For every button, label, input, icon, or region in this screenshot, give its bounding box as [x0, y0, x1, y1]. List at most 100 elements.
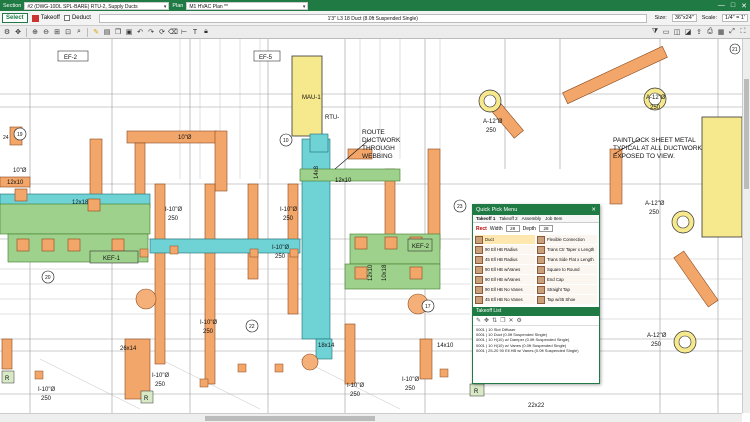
- fitting-item[interactable]: 90 Ell HB w/Vanes: [475, 275, 535, 284]
- takeoff-mode-button[interactable]: Takeoff: [31, 14, 60, 22]
- duct-size-label: 18x14: [318, 343, 335, 349]
- equip-label-kef-2: KEF-2: [412, 244, 430, 250]
- scroll-thumb[interactable]: [744, 79, 749, 189]
- zoom-in-icon[interactable]: ⊕: [30, 27, 40, 37]
- shape-row: Rect Width 28 Depth 28: [473, 223, 599, 234]
- edit-icon[interactable]: ✎: [476, 317, 481, 324]
- fitting-item[interactable]: 90 Ell HB Radius: [475, 245, 535, 254]
- horizontal-scrollbar[interactable]: [0, 413, 742, 422]
- highlight-icon[interactable]: ✎: [91, 27, 101, 37]
- erase-icon[interactable]: ⌫: [168, 27, 178, 37]
- settings-gear-icon[interactable]: ⚙: [2, 27, 12, 37]
- print-icon[interactable]: ⎙: [705, 27, 715, 37]
- depth-input[interactable]: 28: [538, 225, 553, 232]
- vertical-scrollbar[interactable]: [742, 39, 750, 413]
- tab-takeoff-1[interactable]: Takeoff 1: [476, 216, 495, 221]
- fitting-item[interactable]: Trans Ctr Taper x Length: [537, 245, 597, 254]
- pan-icon[interactable]: ✥: [13, 27, 23, 37]
- fitting-item[interactable]: 90 Ell HB w/Vanes: [475, 265, 535, 274]
- fitting-item[interactable]: 90 Ell HB No Vanes: [475, 285, 535, 294]
- rotate-icon[interactable]: ⟳: [157, 27, 167, 37]
- diffuser-tag: I-10"Ø: [280, 207, 297, 213]
- lock-icon[interactable]: 🔒︎: [201, 27, 211, 37]
- chevron-down-icon: ▾: [302, 3, 306, 10]
- copy-icon[interactable]: ❐: [113, 27, 123, 37]
- callout-number: 23: [457, 204, 463, 210]
- close-button[interactable]: ✕: [741, 2, 747, 10]
- paste-icon[interactable]: ▣: [124, 27, 134, 37]
- quick-pick-menu[interactable]: Quick Pick Menu ✕ Takeoff 1 Takeoff 2 As…: [472, 204, 600, 384]
- fitting-item[interactable]: Duct: [475, 235, 535, 244]
- scroll-thumb[interactable]: [205, 416, 375, 421]
- zoom-extents-icon[interactable]: ⊡: [63, 27, 73, 37]
- note-route-line: WEBBING: [362, 153, 393, 160]
- grid-icon[interactable]: ▦: [716, 27, 726, 37]
- section-select[interactable]: #2 (DWG-10DL SPL-BARE) RTU-2, Supply Duc…: [24, 1, 170, 10]
- delete-icon[interactable]: ✕: [508, 317, 513, 324]
- takeoff-list-header: Takeoff List: [473, 307, 599, 316]
- text-icon[interactable]: T: [190, 27, 200, 37]
- settings-icon[interactable]: ⚙: [517, 317, 522, 324]
- zoom-window-icon[interactable]: ⊞: [52, 27, 62, 37]
- diffuser-cfm: 250: [486, 128, 497, 134]
- tab-assembly[interactable]: Assembly: [522, 216, 542, 221]
- rtu-unit-box[interactable]: [701, 116, 742, 238]
- undo-icon[interactable]: ↶: [135, 27, 145, 37]
- search-icon[interactable]: ⌕: [74, 27, 84, 37]
- diffuser-cfm: 250: [155, 382, 166, 388]
- diffuser-circles[interactable]: [135, 288, 429, 371]
- fit-icon[interactable]: ⤢: [727, 27, 737, 37]
- fitting-item[interactable]: Flexible Connection: [537, 235, 597, 244]
- tab-takeoff-2[interactable]: Takeoff 2: [499, 216, 517, 221]
- redo-icon[interactable]: ↷: [146, 27, 156, 37]
- select-mode-button[interactable]: Select: [2, 13, 28, 23]
- quick-pick-tabs: Takeoff 1 Takeoff 2 Assembly Job Item: [473, 215, 599, 223]
- fitting-item[interactable]: Tap w/45 Shoe: [537, 295, 597, 304]
- equip-label-rtu: RTU-: [325, 115, 339, 121]
- close-icon[interactable]: ✕: [591, 205, 596, 215]
- duct-size-label: 12x10: [335, 178, 352, 184]
- equip-label-kef-1: KEF-1: [103, 256, 121, 262]
- overlay-icon[interactable]: ◫: [672, 27, 682, 37]
- quick-pick-header[interactable]: Quick Pick Menu ✕: [473, 205, 599, 215]
- shape-select[interactable]: Rect: [476, 226, 487, 232]
- compare-icon[interactable]: ◪: [683, 27, 693, 37]
- minimize-button[interactable]: —: [718, 2, 725, 10]
- scale-label: Scale:: [701, 15, 718, 21]
- drawing-canvas[interactable]: EF-2 EF-5 MAU-1 RTU- KEF-1 KEF-2 21 24 1…: [0, 39, 742, 413]
- fitting-item[interactable]: 45 Ell HB Radius: [475, 255, 535, 264]
- fitting-item[interactable]: Trans Side Flat x Length: [537, 255, 597, 264]
- fitting-icon: [475, 285, 483, 294]
- duct-size-label: 14x8: [314, 165, 320, 179]
- sort-icon[interactable]: ⇅: [492, 317, 497, 324]
- section-label: Section: [3, 2, 22, 9]
- fitting-item[interactable]: End Cap: [537, 275, 597, 284]
- duct-size-label: 10"Ø: [13, 168, 27, 174]
- page-icon[interactable]: ▭: [661, 27, 671, 37]
- width-input[interactable]: 28: [505, 225, 520, 232]
- filter-icon[interactable]: ⧩: [650, 27, 660, 37]
- tab-job-item[interactable]: Job Item: [545, 216, 562, 221]
- copy-icon[interactable]: ❐: [500, 317, 505, 324]
- zoom-out-icon[interactable]: ⊖: [41, 27, 51, 37]
- fitting-item[interactable]: Straight Tap: [537, 285, 597, 294]
- note-route-line: DUCTWORK: [362, 137, 401, 144]
- plan-select[interactable]: M1 HVAC Plan ** ▾: [186, 1, 309, 10]
- diffuser-cfm: 250: [41, 396, 52, 402]
- fitting-item[interactable]: 45 Ell HB No Vanes: [475, 295, 535, 304]
- duct-size-label: 26x14: [120, 346, 137, 352]
- diffuser-cfm: 250: [651, 342, 662, 348]
- export-icon[interactable]: ⇪: [694, 27, 704, 37]
- size-field[interactable]: 36"x24": [671, 14, 697, 22]
- scale-field[interactable]: 1/4" = 1': [722, 14, 748, 22]
- deduct-checkbox[interactable]: Deduct: [63, 15, 91, 21]
- callout-number: 10: [283, 138, 289, 144]
- layer-icon[interactable]: ▤: [102, 27, 112, 37]
- move-icon[interactable]: ✥: [484, 317, 489, 324]
- maximize-button[interactable]: □: [731, 2, 735, 10]
- list-item[interactable]: 0001 | 25-20 90 Ell HB w/ Vanes (0.0ft S…: [476, 348, 596, 353]
- measure-icon[interactable]: ⊢: [179, 27, 189, 37]
- diffuser-cfm: 250: [650, 105, 661, 111]
- fullscreen-icon[interactable]: ⛶: [738, 27, 748, 37]
- fitting-item[interactable]: Square to Round: [537, 265, 597, 274]
